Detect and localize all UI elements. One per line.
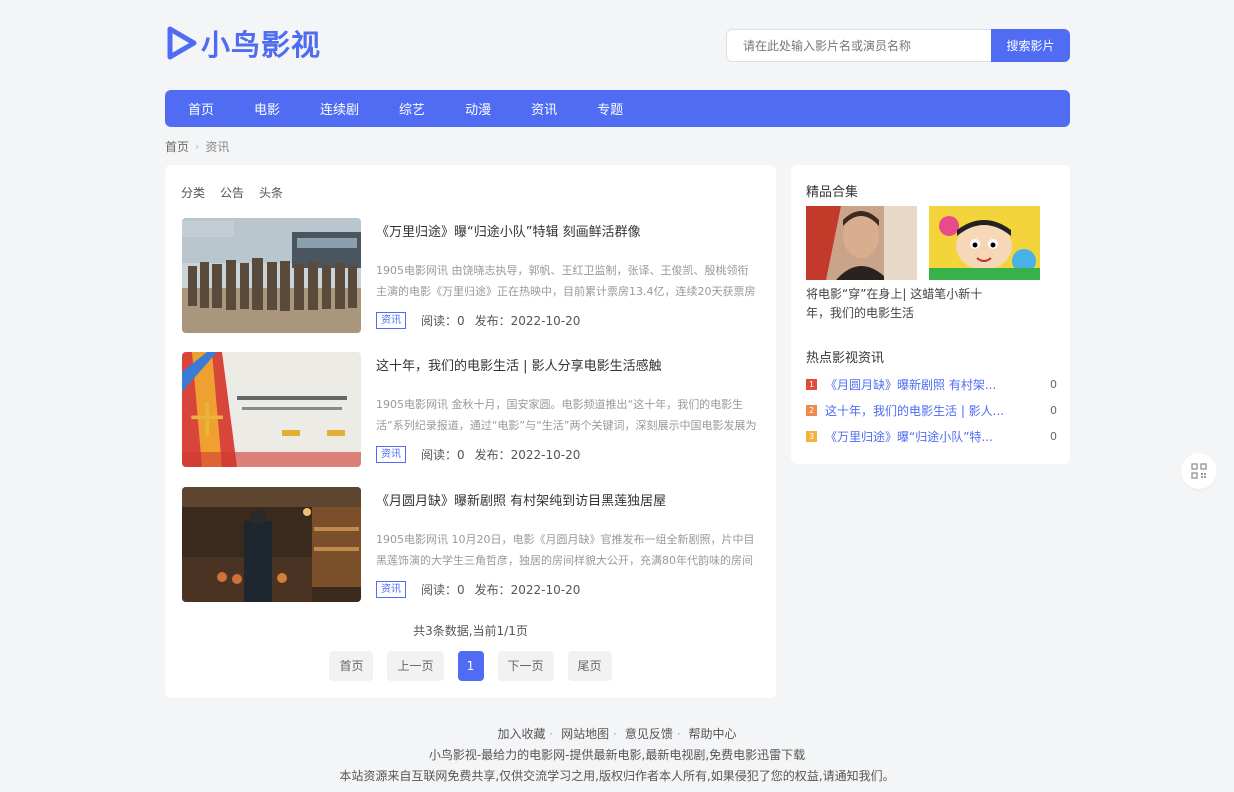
article-date: 发布：2022-10-20 <box>474 314 581 328</box>
article-date: 发布：2022-10-20 <box>474 583 581 597</box>
main-nav: 首页 电影 连续剧 综艺 动漫 资讯 专题 <box>165 90 1070 127</box>
article-item: 《万里归途》曝“归途小队”特辑 刻画鲜活群像 1905电影网讯 由饶晓志执导，郭… <box>182 218 762 334</box>
site-footer: 加入收藏 · 网站地图 · 意见反馈 · 帮助中心 小鸟影视-最给力的电影网-提供最新… <box>0 724 1234 787</box>
nav-item-series[interactable]: 连续剧 <box>320 99 359 118</box>
article-tag[interactable]: 资讯 <box>376 312 406 329</box>
footer-separator: · <box>676 727 681 741</box>
article-meta: 资讯 阅读：0 发布：2022-10-20 <box>376 446 580 463</box>
qr-code-button[interactable] <box>1181 453 1217 489</box>
pagination-summary: 共3条数据,当前1/1页 <box>413 624 528 638</box>
site-name: 小鸟影视 <box>201 28 322 62</box>
album-cover-image[interactable] <box>929 206 1040 280</box>
album-gallery <box>806 206 1052 280</box>
rank-badge: 3 <box>806 430 817 442</box>
hot-news-heading: 热点影视资讯 <box>806 351 885 366</box>
hot-news-views: 0 <box>1050 377 1057 391</box>
footer-tagline: 小鸟影视-最给力的电影网-提供最新电影,最新电视剧,免费电影迅雷下载 <box>428 748 806 762</box>
play-triangle-icon <box>167 26 197 60</box>
qr-code-icon <box>1191 463 1207 479</box>
last-page-button[interactable]: 尾页 <box>567 651 612 681</box>
rank-badge: 1 <box>806 378 817 390</box>
album-caption[interactable]: 将电影“穿”在身上| 这蜡笔小新十年，我们的电影生活 <box>806 285 986 323</box>
hot-news-title[interactable]: 这十年，我们的电影生活 | 影人... <box>825 402 1037 419</box>
tab-category[interactable]: 分类 <box>181 184 205 201</box>
article-summary: 1905电影网讯 金秋十月，国安家圆。电影频道推出“这十年，我们的电影生活”系列… <box>376 398 757 432</box>
footer-separator: · <box>549 727 554 741</box>
footer-links: 加入收藏 · 网站地图 · 意见反馈 · 帮助中心 <box>0 724 1234 745</box>
current-page-button[interactable]: 1 <box>457 651 484 681</box>
article-title[interactable]: 《万里归途》曝“归途小队”特辑 刻画鲜活群像 <box>376 221 641 240</box>
article-read-count: 阅读：0 <box>421 314 465 328</box>
prev-page-button[interactable]: 上一页 <box>387 651 444 681</box>
breadcrumb: 首页 › 资讯 <box>165 138 229 155</box>
rank-badge: 2 <box>806 404 817 416</box>
footer-link-bookmark[interactable]: 加入收藏 <box>497 727 545 741</box>
list-item[interactable]: 1 《月圆月缺》曝新剧照 有村架... 0 <box>806 371 1057 397</box>
footer-link-sitemap[interactable]: 网站地图 <box>561 727 609 741</box>
article-summary: 1905电影网讯 10月20日，电影《月圆月缺》官推发布一组全新剧照，片中目黑莲… <box>376 533 755 567</box>
nav-item-movies[interactable]: 电影 <box>254 99 280 118</box>
news-list-panel: 分类 公告 头条 《万里归途》曝“归途小队”特辑 刻画鲜活群像 1905电影网讯… <box>165 165 776 698</box>
article-thumbnail[interactable] <box>182 218 361 333</box>
article-meta: 资讯 阅读：0 发布：2022-10-20 <box>376 581 580 598</box>
nav-item-topics[interactable]: 专题 <box>597 99 623 118</box>
list-item[interactable]: 2 这十年，我们的电影生活 | 影人... 0 <box>806 397 1057 423</box>
category-tabs: 分类 公告 头条 <box>181 184 298 201</box>
article-tag[interactable]: 资讯 <box>376 581 406 598</box>
hot-news-views: 0 <box>1050 429 1057 443</box>
breadcrumb-home[interactable]: 首页 <box>165 138 189 155</box>
svg-text:十: 十 <box>190 401 224 441</box>
article-tag[interactable]: 资讯 <box>376 446 406 463</box>
hot-news-title[interactable]: 《月圆月缺》曝新剧照 有村架... <box>825 376 1037 393</box>
pagination: 首页 上一页 1 下一页 尾页 <box>165 651 776 681</box>
search-button[interactable]: 搜索影片 <box>991 29 1070 62</box>
site-logo[interactable]: 小鸟影视 <box>165 24 321 62</box>
article-meta: 资讯 阅读：0 发布：2022-10-20 <box>376 312 580 329</box>
breadcrumb-separator: › <box>195 140 200 153</box>
article-thumbnail[interactable]: 十 <box>182 352 361 467</box>
footer-link-feedback[interactable]: 意见反馈 <box>625 727 673 741</box>
footer-separator: · <box>613 727 617 741</box>
hot-news-title[interactable]: 《万里归途》曝“归途小队”特... <box>825 428 1037 445</box>
article-item: 《月圆月缺》曝新剧照 有村架纯到访目黑莲独居屋 1905电影网讯 10月20日，… <box>182 487 762 603</box>
album-cover-image[interactable] <box>806 206 917 280</box>
article-summary: 1905电影网讯 由饶晓志执导，郭帆、王红卫监制，张译、王俊凯、殷桃领衔主演的电… <box>376 264 756 298</box>
nav-item-home[interactable]: 首页 <box>188 99 214 118</box>
article-item: 十 这十年，我们的电影生活 | 影人分享电影生活感触 1905电影网讯 金秋十月… <box>182 352 762 468</box>
next-page-button[interactable]: 下一页 <box>497 651 554 681</box>
search-input[interactable] <box>726 29 991 62</box>
article-date: 发布：2022-10-20 <box>474 448 581 462</box>
list-item[interactable]: 3 《万里归途》曝“归途小队”特... 0 <box>806 423 1057 449</box>
nav-item-variety[interactable]: 综艺 <box>399 99 425 118</box>
article-title[interactable]: 这十年，我们的电影生活 | 影人分享电影生活感触 <box>376 355 662 374</box>
article-thumbnail[interactable] <box>182 487 361 602</box>
nav-item-news[interactable]: 资讯 <box>531 99 557 118</box>
hot-news-list: 1 《月圆月缺》曝新剧照 有村架... 0 2 这十年，我们的电影生活 | 影人… <box>806 371 1057 449</box>
footer-disclaimer: 本站资源来自互联网免费共享,仅供交流学习之用,版权归作者本人所有,如果侵犯了您的… <box>339 769 895 783</box>
tab-headline[interactable]: 头条 <box>259 184 283 201</box>
article-title[interactable]: 《月圆月缺》曝新剧照 有村架纯到访目黑莲独居屋 <box>376 490 666 509</box>
tab-announcement[interactable]: 公告 <box>220 184 244 201</box>
breadcrumb-current: 资讯 <box>205 140 230 154</box>
nav-item-anime[interactable]: 动漫 <box>465 99 491 118</box>
sidebar: 精品合集 将电影“穿”在身上| 这蜡笔小新十年，我们的电影生活 热点影视资讯 1… <box>791 165 1070 464</box>
album-heading: 精品合集 <box>806 185 859 200</box>
article-read-count: 阅读：0 <box>421 583 465 597</box>
article-read-count: 阅读：0 <box>421 448 465 462</box>
hot-news-views: 0 <box>1050 403 1057 417</box>
first-page-button[interactable]: 首页 <box>329 651 374 681</box>
search-bar: 搜索影片 <box>726 29 1070 62</box>
footer-link-help[interactable]: 帮助中心 <box>689 727 737 741</box>
